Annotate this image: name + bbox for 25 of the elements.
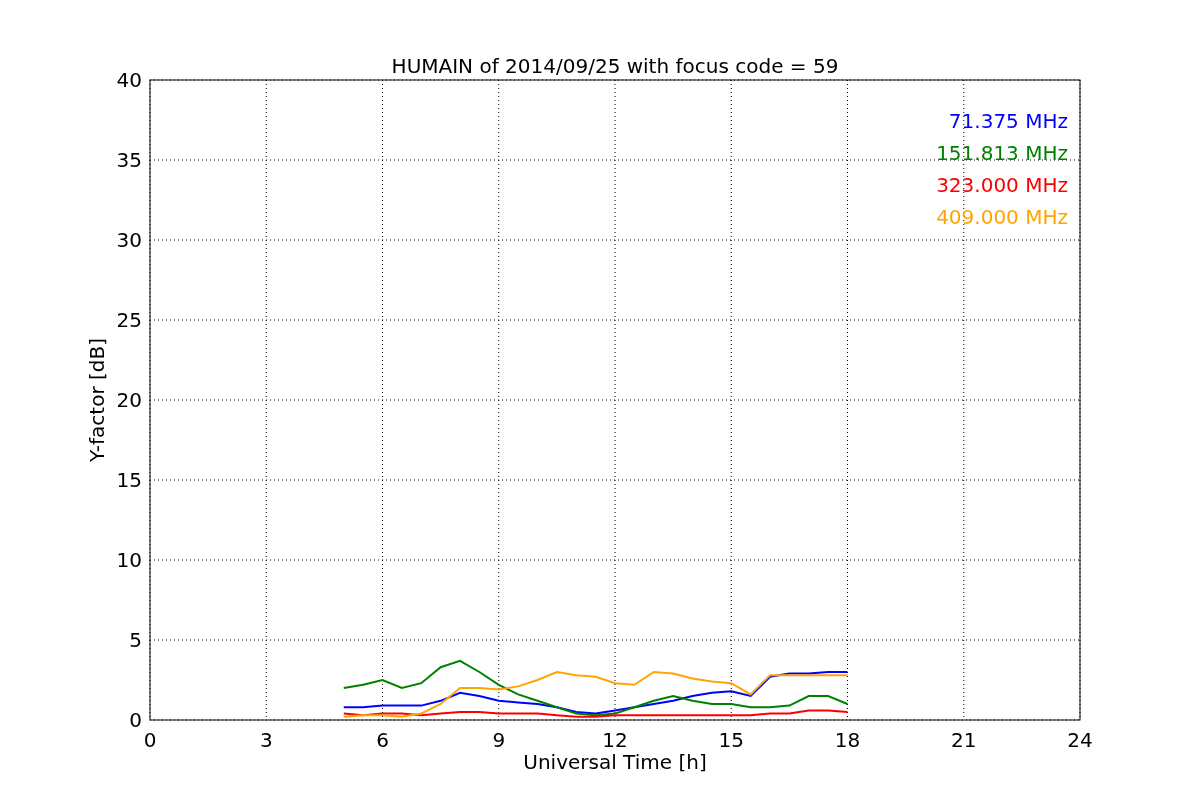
x-axis-label: Universal Time [h] [523,750,707,774]
y-tick-label: 10 [116,548,142,572]
y-tick-label: 5 [129,628,142,652]
legend-label: 71.375 MHz [948,109,1068,133]
legend-label: 151.813 MHz [936,141,1068,165]
x-tick-label: 21 [951,728,977,752]
x-tick-label: 12 [602,728,628,752]
x-tick-label: 6 [376,728,389,752]
x-tick-label: 24 [1067,728,1093,752]
legend-label: 323.000 MHz [936,173,1068,197]
y-tick-label: 40 [116,68,142,92]
x-tick-label: 9 [492,728,506,752]
x-tick-label: 18 [834,728,861,752]
y-tick-label: 0 [129,708,142,732]
y-tick-label: 35 [116,148,142,172]
y-axis-label: Y-factor [dB] [85,338,109,462]
y-tick-label: 20 [116,388,142,412]
chart-title: HUMAIN of 2014/09/25 with focus code = 59 [391,54,839,78]
y-tick-label: 25 [116,308,142,332]
x-tick-label: 0 [143,728,157,752]
legend-label: 409.000 MHz [936,205,1068,229]
x-tick-label: 3 [259,728,273,752]
y-tick-label: 30 [116,228,142,252]
x-tick-label: 15 [718,728,744,752]
y-tick-label: 15 [116,468,142,492]
